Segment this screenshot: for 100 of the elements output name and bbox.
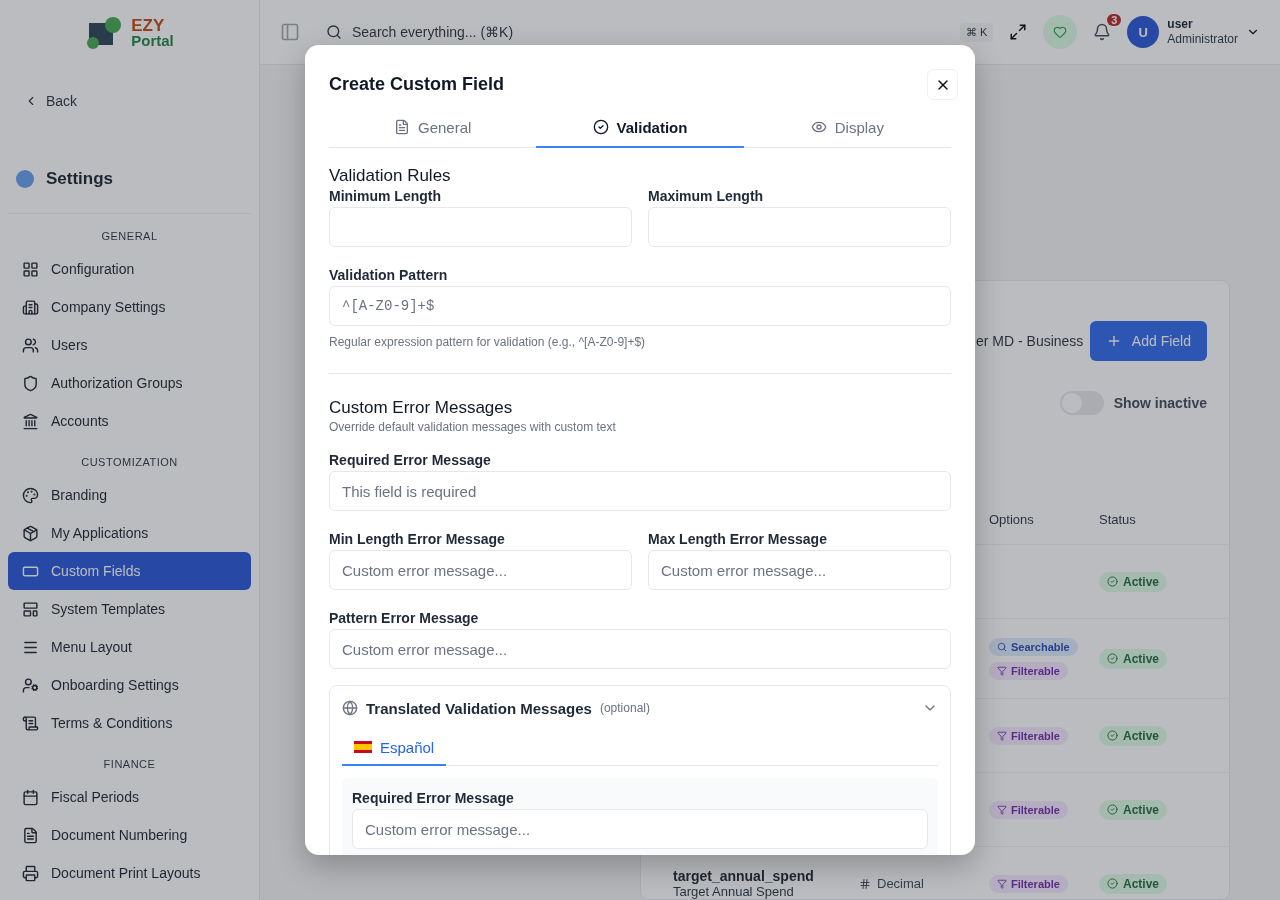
field-label: Required Error Message xyxy=(329,452,492,468)
add-field-button[interactable]: Add Field xyxy=(1089,321,1207,361)
translated-message-field[interactable]: Custom error message... xyxy=(352,809,928,849)
shield-icon xyxy=(22,374,39,392)
required-message-field[interactable]: This field is required xyxy=(329,471,951,511)
field-label: Validation Pattern xyxy=(329,267,449,283)
sidebar-item[interactable]: Authorization Groups xyxy=(8,364,251,402)
search-icon xyxy=(997,641,1007,652)
settings-dot-icon xyxy=(16,170,34,188)
max-message-field[interactable]: Custom error message... xyxy=(648,550,951,590)
section-heading: GENERAL xyxy=(100,229,159,244)
user-avatar[interactable]: U xyxy=(1127,16,1160,48)
page-description: er MD - Business xyxy=(976,333,1084,349)
globe-icon xyxy=(342,700,358,716)
status-tag: Active xyxy=(1099,725,1168,746)
sidebar-item[interactable]: Branding xyxy=(8,476,251,514)
field-type: Decimal xyxy=(877,876,924,891)
search-field[interactable]: Search everything... (⌘K) xyxy=(316,14,944,50)
pattern-field[interactable]: ^[A-Z0-9]+$ xyxy=(329,286,951,326)
section-heading: CUSTOMIZATION xyxy=(80,455,179,470)
sidebar-item[interactable]: My Applications xyxy=(8,514,251,552)
search-icon xyxy=(326,24,342,40)
sidebar-item[interactable]: Configuration xyxy=(8,250,251,288)
help-text: Regular expression pattern for validation (e.g., ^[A-Z0-9]+$) xyxy=(329,335,647,349)
field-name: target_annual_spend xyxy=(673,868,814,884)
field-label: Pattern Error Message xyxy=(329,610,480,626)
eye-icon xyxy=(810,119,827,135)
scroll-icon xyxy=(22,714,39,732)
check-circle-icon xyxy=(1107,730,1118,741)
sidebar-toggle-icon[interactable] xyxy=(280,22,300,42)
section-subtitle: Override default validation messages with custom text xyxy=(329,420,617,434)
field-label: Min Length Error Message xyxy=(329,531,506,547)
logo-subtext: Portal xyxy=(131,32,174,48)
heart-button[interactable] xyxy=(1043,15,1078,49)
sidebar-item[interactable]: Company Settings xyxy=(8,288,251,326)
translations-header[interactable]: Translated Validation Messages (optional) xyxy=(342,686,938,730)
flag-icon xyxy=(354,741,372,753)
document-icon xyxy=(393,119,410,135)
user-name: user xyxy=(1167,17,1194,32)
field-label: Maximum Length xyxy=(648,188,765,204)
template-icon xyxy=(22,600,39,618)
dialog-tab[interactable]: Validation xyxy=(536,108,744,148)
column-header: Status xyxy=(1099,512,1137,527)
column-header: Options xyxy=(989,512,1035,527)
sidebar-item[interactable]: Fiscal Periods xyxy=(8,778,251,816)
minimum-length-field[interactable] xyxy=(329,207,632,247)
back-link[interactable]: Back xyxy=(8,65,251,133)
check-circle-icon xyxy=(592,119,609,135)
sidebar-item[interactable]: System Templates xyxy=(8,590,251,628)
users-icon xyxy=(22,336,39,354)
field-label: Required Error Message xyxy=(352,790,515,806)
user-role: Administrator xyxy=(1167,32,1238,47)
language-tab[interactable]: Español xyxy=(342,730,447,766)
printer-icon xyxy=(22,864,39,882)
option-tag: Filterable xyxy=(989,661,1068,680)
option-tag: Filterable xyxy=(989,726,1068,745)
hash-icon xyxy=(859,877,871,890)
notification-icon[interactable] xyxy=(1093,23,1112,41)
notification-count: 3 xyxy=(1107,14,1122,26)
check-circle-icon xyxy=(1107,878,1118,889)
status-tag: Active xyxy=(1099,799,1168,820)
status-tag: Active xyxy=(1099,648,1168,669)
min-message-field[interactable]: Custom error message... xyxy=(329,550,632,590)
dialog-tab[interactable]: General xyxy=(329,108,537,148)
sidebar-title: Settings xyxy=(46,169,114,189)
fullscreen-icon[interactable] xyxy=(1009,23,1028,41)
grid-icon xyxy=(22,260,39,278)
logo-text: EZY xyxy=(131,17,166,33)
status-tag: Active xyxy=(1099,873,1168,894)
pattern-message-field[interactable]: Custom error message... xyxy=(329,629,951,669)
section-title: Custom Error Messages xyxy=(329,398,514,418)
calendar-icon xyxy=(22,788,39,806)
sidebar-item[interactable]: Onboarding Settings xyxy=(8,666,251,704)
document-icon xyxy=(22,826,39,844)
option-tag: Searchable xyxy=(989,637,1078,656)
heart-icon xyxy=(1053,25,1068,39)
palette-icon xyxy=(22,486,39,504)
sidebar-item[interactable]: Document Print Layouts xyxy=(8,854,251,892)
sidebar-item[interactable]: Menu Layout xyxy=(8,628,251,666)
check-circle-icon xyxy=(1107,576,1118,587)
building-icon xyxy=(22,298,39,316)
filter-icon xyxy=(997,878,1007,889)
check-circle-icon xyxy=(1107,653,1118,664)
field-label: Minimum Length xyxy=(329,188,442,204)
sidebar-item[interactable]: Users xyxy=(8,326,251,364)
option-tag: Filterable xyxy=(989,800,1068,819)
check-circle-icon xyxy=(1107,804,1118,815)
sidebar-item[interactable]: Accounts xyxy=(8,402,251,440)
sidebar-item[interactable]: Custom Fields xyxy=(8,552,251,590)
dialog-title: Create Custom Field xyxy=(329,74,505,95)
sidebar-item[interactable]: Document Numbering xyxy=(8,816,251,854)
section-title: Validation Rules xyxy=(329,166,452,186)
status-tag: Active xyxy=(1099,571,1168,592)
option-tag: Filterable xyxy=(989,874,1068,893)
section-heading: FINANCE xyxy=(102,757,157,772)
bank-icon xyxy=(22,412,39,430)
close-button[interactable] xyxy=(927,69,958,100)
maximum-length-field[interactable] xyxy=(648,207,951,247)
sidebar-item[interactable]: Terms & Conditions xyxy=(8,704,251,742)
dialog-tab[interactable]: Display xyxy=(743,108,951,148)
